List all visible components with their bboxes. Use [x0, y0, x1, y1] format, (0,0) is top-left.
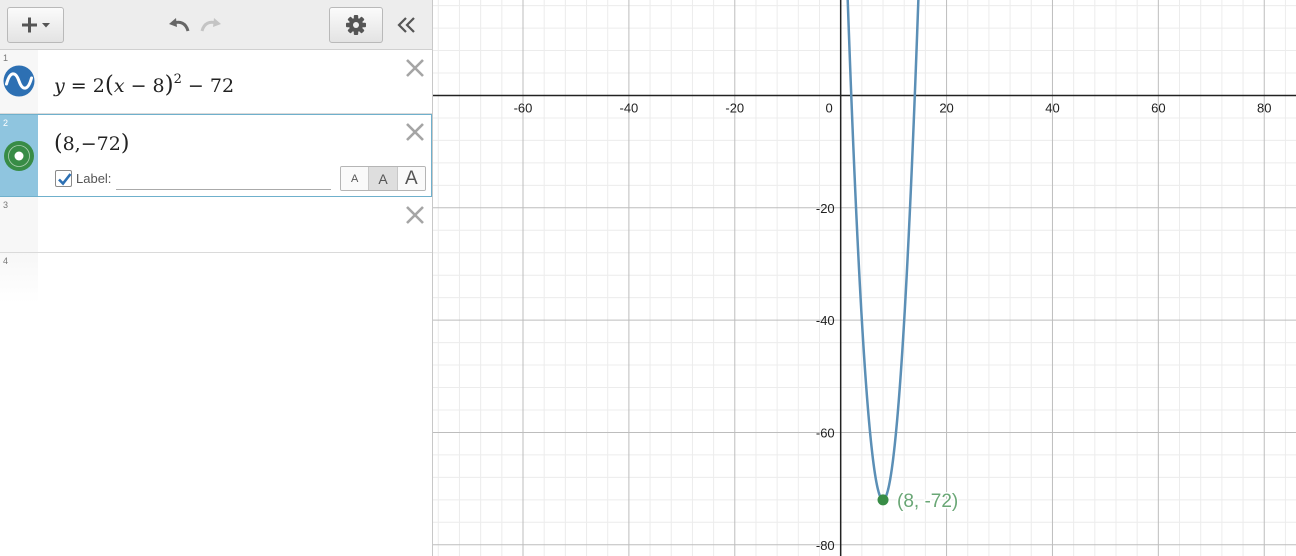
- close-icon: [406, 123, 424, 141]
- expression-math-2[interactable]: (8,−72): [54, 131, 129, 156]
- y-tick-label: -20: [816, 201, 835, 216]
- y-tick-label: -60: [816, 425, 835, 440]
- minor-grid: [433, 0, 1296, 556]
- y-tick-label: -80: [816, 538, 835, 553]
- x-tick-label: 0: [825, 100, 832, 115]
- undo-icon: [169, 18, 190, 32]
- curve-visibility-toggle[interactable]: [3, 65, 35, 97]
- expression-row-1[interactable]: 1 y = 2(x − 8)2 − 72: [0, 50, 432, 114]
- label-size-small-button[interactable]: A: [341, 167, 370, 190]
- expression-gutter: 2: [0, 115, 38, 196]
- major-grid: [433, 0, 1296, 556]
- expression-index: 1: [3, 53, 9, 63]
- y-tick-label: -40: [816, 313, 835, 328]
- expression-gutter: 4: [0, 253, 38, 303]
- expression-gutter: 1: [0, 50, 38, 113]
- point-icon: [4, 141, 34, 171]
- undo-button[interactable]: [164, 10, 194, 40]
- double-chevron-left-icon: [397, 17, 415, 33]
- label-size-selector: A A A: [340, 166, 426, 191]
- expression-row-2[interactable]: 2 (8,−72) Label: A A A: [0, 114, 432, 197]
- delete-expression-button[interactable]: [404, 57, 426, 79]
- point-label: (8, -72): [897, 491, 958, 512]
- expression-toolbar: [0, 0, 432, 50]
- redo-button[interactable]: [196, 10, 226, 40]
- redo-icon: [200, 18, 221, 32]
- gear-icon: [346, 15, 366, 35]
- x-tick-label: -60: [514, 100, 533, 115]
- label-caption: Label:: [76, 171, 112, 186]
- x-tick-label: -20: [725, 100, 744, 115]
- expression-row-4[interactable]: 4: [0, 253, 432, 303]
- add-expression-button[interactable]: [7, 7, 64, 43]
- close-icon: [406, 206, 424, 224]
- expression-index: 4: [3, 256, 9, 266]
- axes: [433, 0, 1296, 556]
- point-visibility-toggle[interactable]: [3, 140, 35, 172]
- label-size-large-button[interactable]: A: [397, 167, 425, 190]
- tick-labels: -60 -40 -20 0 20 40 60 80 -20 -40 -60 -80: [514, 100, 1272, 552]
- wave-curve-icon: [3, 65, 35, 97]
- x-tick-label: 60: [1151, 100, 1165, 115]
- settings-button[interactable]: [329, 7, 383, 43]
- x-tick-label: -40: [619, 100, 638, 115]
- plot-layer: (8, -72): [846, 0, 960, 513]
- collapse-panel-button[interactable]: [392, 10, 422, 40]
- expression-index: 2: [3, 118, 9, 128]
- label-size-medium-button[interactable]: A: [369, 167, 398, 190]
- close-icon: [406, 59, 424, 77]
- x-tick-label: 80: [1257, 100, 1271, 115]
- delete-expression-button[interactable]: [404, 121, 426, 143]
- x-tick-label: 40: [1045, 100, 1059, 115]
- expression-math-1[interactable]: y = 2(x − 8)2 − 72: [54, 72, 234, 98]
- graph-canvas[interactable]: -60 -40 -20 0 20 40 60 80 -20 -40 -60 -80 (8, -72): [433, 0, 1296, 556]
- plus-dropdown-icon: [21, 17, 50, 33]
- x-tick-label: 20: [939, 100, 953, 115]
- label-input[interactable]: [116, 171, 331, 190]
- vertex-point: [877, 494, 889, 506]
- expression-panel: 1 y = 2(x − 8)2 − 72 2 (8,−72) Label: A …: [0, 0, 433, 556]
- show-label-checkbox[interactable]: [55, 170, 72, 187]
- checkmark-icon: [58, 173, 72, 186]
- expression-index: 3: [3, 200, 9, 210]
- expression-gutter: 3: [0, 197, 38, 252]
- expression-row-3[interactable]: 3: [0, 197, 432, 253]
- delete-expression-button[interactable]: [404, 204, 426, 226]
